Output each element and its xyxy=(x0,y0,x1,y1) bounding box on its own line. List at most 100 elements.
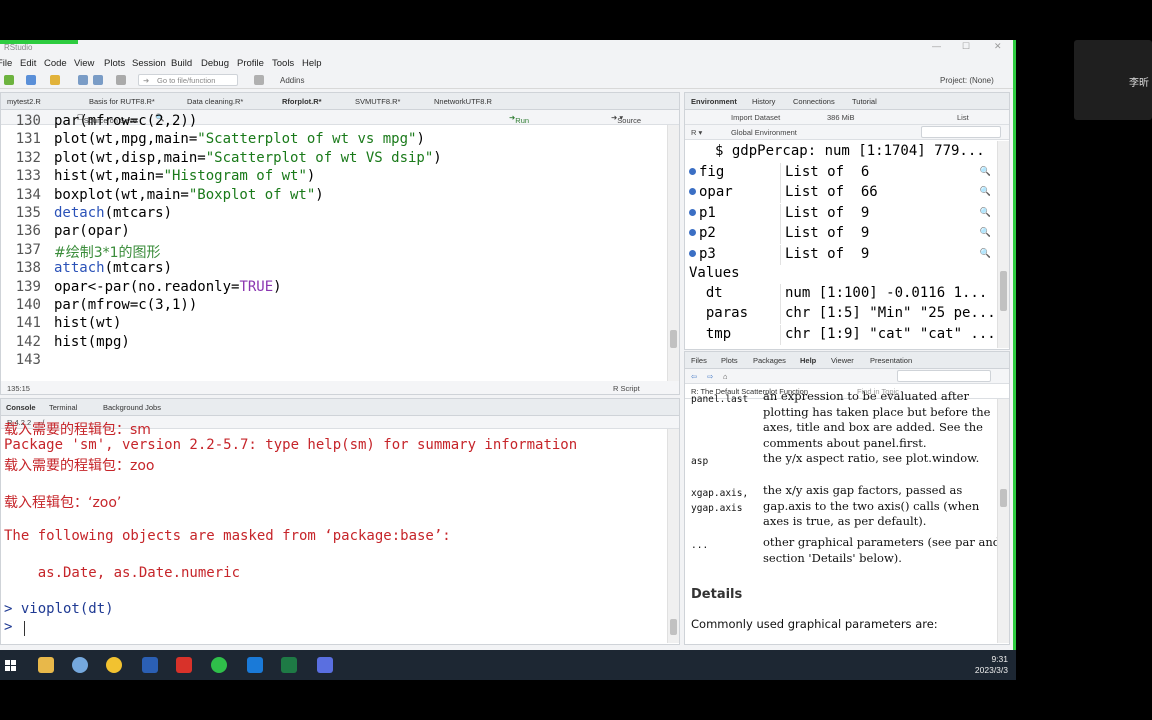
rstudio-taskbar-icon[interactable] xyxy=(72,657,88,673)
meeting-icon[interactable] xyxy=(247,657,263,673)
environment-scrollbar[interactable] xyxy=(997,141,1009,348)
tab-tutorial[interactable]: Tutorial xyxy=(852,97,877,106)
tab-plots[interactable]: Plots xyxy=(721,356,738,365)
import-dataset-button[interactable]: Import Dataset xyxy=(731,113,780,122)
system-clock[interactable]: 9:31 2023/3/3 xyxy=(975,654,1008,676)
code-area[interactable]: 130 par(mfrow=c(2,2)) 131 plot(wt,mpg,main=… xyxy=(1,113,665,394)
open-file-icon[interactable] xyxy=(50,75,60,85)
menu-file[interactable]: File xyxy=(0,58,12,69)
file-explorer-icon[interactable] xyxy=(38,657,54,673)
view-icon[interactable]: 🔍 xyxy=(980,208,991,218)
console-line: as.Date, as.Date.numeric xyxy=(4,564,241,581)
menu-edit[interactable]: Edit xyxy=(20,58,36,69)
tab-viewer[interactable]: Viewer xyxy=(831,356,854,365)
tab-background-jobs[interactable]: Background Jobs xyxy=(103,403,161,412)
console-scroll-thumb[interactable] xyxy=(670,619,677,635)
menu-profile[interactable]: Profile xyxy=(237,58,264,69)
menu-session[interactable]: Session xyxy=(132,58,166,69)
menu-tools[interactable]: Tools xyxy=(272,58,294,69)
save-all-icon[interactable] xyxy=(93,75,103,85)
menu-build[interactable]: Build xyxy=(171,58,192,69)
new-project-icon[interactable] xyxy=(26,75,36,85)
print-icon[interactable] xyxy=(116,75,126,85)
expand-icon[interactable] xyxy=(689,168,696,175)
save-icon[interactable] xyxy=(78,75,88,85)
expand-icon[interactable] xyxy=(689,188,696,196)
env-row[interactable]: p1 List of 9 🔍 xyxy=(685,203,995,224)
run-button[interactable]: ➜ Run xyxy=(509,113,529,125)
environment-search-input[interactable] xyxy=(921,126,1001,138)
back-icon[interactable]: ⇦ xyxy=(691,372,697,381)
console-line: Package 'sm', version 2.2-5.7: type help… xyxy=(4,437,578,454)
tab-nnetwork[interactable]: NnetworkUTF8.R xyxy=(434,97,492,106)
minimize-icon[interactable]: — xyxy=(932,41,941,51)
menu-code[interactable]: Code xyxy=(44,58,67,69)
env-row[interactable]: fig List of 6 🔍 xyxy=(685,163,995,183)
source-button[interactable]: ➜ Source ▾ xyxy=(611,113,641,125)
tab-packages[interactable]: Packages xyxy=(753,356,786,365)
env-row[interactable]: paras chr [1:5] "Min" "25 pe... xyxy=(685,304,996,325)
console-scrollbar[interactable] xyxy=(667,429,679,643)
env-row[interactable]: p3 List of 9 🔍 xyxy=(685,244,995,265)
global-env-menu[interactable]: Global Environment xyxy=(731,128,797,137)
close-icon[interactable]: ✕ xyxy=(994,41,1002,52)
menu-help[interactable]: Help xyxy=(302,58,322,69)
tab-console[interactable]: Console xyxy=(6,403,36,412)
wps-icon[interactable] xyxy=(176,657,192,673)
tab-svm[interactable]: SVMUTF8.R* xyxy=(355,97,400,106)
tab-mytest2[interactable]: mytest2.R xyxy=(7,97,41,106)
menu-view[interactable]: View xyxy=(74,58,94,69)
env-row[interactable]: dt num [1:100] -0.0116 1... xyxy=(685,284,995,304)
windows-start-icon[interactable] xyxy=(5,659,17,671)
view-icon[interactable]: 🔍 xyxy=(980,249,991,259)
word-icon[interactable] xyxy=(142,657,158,673)
expand-icon[interactable] xyxy=(689,208,696,216)
env-row[interactable]: opar List of 66 🔍 xyxy=(685,183,995,204)
forward-icon[interactable]: ⇨ xyxy=(707,372,713,381)
environment-scroll-thumb[interactable] xyxy=(1000,271,1007,311)
tab-rforplot[interactable]: Rforplot.R* xyxy=(282,97,322,106)
help-scroll-thumb[interactable] xyxy=(1000,489,1007,507)
list-view-menu[interactable]: List xyxy=(957,113,969,122)
expand-icon[interactable] xyxy=(689,249,696,257)
menu-debug[interactable]: Debug xyxy=(201,58,229,69)
tab-help[interactable]: Help xyxy=(800,356,816,365)
addins-menu[interactable]: Addins xyxy=(280,76,304,85)
help-search-input[interactable] xyxy=(897,370,991,382)
column-divider xyxy=(780,163,781,183)
excel-icon[interactable] xyxy=(281,657,297,673)
file-type[interactable]: R Script xyxy=(613,384,640,393)
help-arg-description: the x/y axis gap factors, passed as xyxy=(763,483,963,497)
tab-terminal[interactable]: Terminal xyxy=(49,403,77,412)
app-icon[interactable] xyxy=(317,657,333,673)
env-row[interactable]: tmp chr [1:9] "cat" "cat" ... xyxy=(685,324,996,345)
new-file-icon[interactable] xyxy=(4,75,14,85)
help-scrollbar[interactable] xyxy=(997,399,1009,643)
tab-connections[interactable]: Connections xyxy=(793,97,835,106)
view-icon[interactable]: 🔍 xyxy=(980,187,991,197)
maximize-icon[interactable]: ☐ xyxy=(962,41,970,52)
expand-icon[interactable] xyxy=(689,229,696,237)
home-icon[interactable]: ⌂ xyxy=(723,372,728,381)
goto-file-input[interactable]: ➜ Go to file/function xyxy=(138,74,238,86)
editor-scrollbar[interactable] xyxy=(667,125,679,394)
tab-environment[interactable]: Environment xyxy=(691,97,737,106)
grid-icon[interactable] xyxy=(254,75,264,85)
app-icon[interactable] xyxy=(106,657,122,673)
project-menu[interactable]: Project: (None) xyxy=(940,76,1012,85)
view-icon[interactable]: 🔍 xyxy=(980,167,991,177)
memory-usage[interactable]: 386 MiB xyxy=(827,113,855,122)
tab-files[interactable]: Files xyxy=(691,356,707,365)
editor-scroll-thumb[interactable] xyxy=(670,330,677,348)
env-row-name: p1 xyxy=(689,205,716,221)
tab-history[interactable]: History xyxy=(752,97,775,106)
language-menu[interactable]: R ▾ xyxy=(691,128,702,137)
tab-basis[interactable]: Basis for RUTF8.R* xyxy=(89,97,155,106)
env-row[interactable]: p2 List of 9 🔍 xyxy=(685,224,995,245)
tab-data-cleaning[interactable]: Data cleaning.R* xyxy=(187,97,243,106)
tab-presentation[interactable]: Presentation xyxy=(870,356,912,365)
menu-plots[interactable]: Plots xyxy=(104,58,125,69)
wechat-icon[interactable] xyxy=(211,657,227,673)
view-icon[interactable]: 🔍 xyxy=(980,228,991,238)
line-number: 137 xyxy=(15,241,41,258)
